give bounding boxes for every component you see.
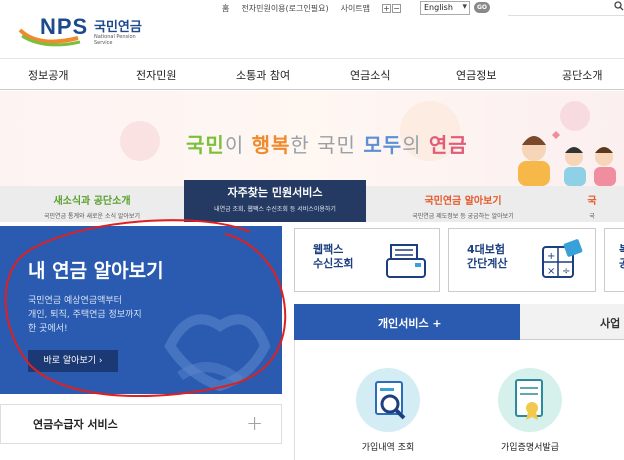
pension-recipient-accordion[interactable]: 연금수급자 서비스 + — [0, 404, 282, 444]
certificate-icon — [515, 379, 543, 420]
nav-item-news[interactable]: 연금소식 — [350, 67, 390, 83]
decor-blob — [120, 121, 160, 161]
nav-item-e-civil[interactable]: 전자민원 — [136, 67, 176, 83]
utility-links: 홈 전자민원이용(로그인필요) 사이트맵 + − — [222, 3, 413, 14]
tab-more[interactable]: 국 국 — [560, 186, 624, 222]
accordion-title: 연금수급자 서비스 — [33, 418, 118, 431]
more-quick-box[interactable]: 복 공 — [604, 228, 624, 292]
tab-business-services[interactable]: 사업 — [520, 304, 624, 340]
expand-plus-icon[interactable]: + — [246, 411, 263, 435]
language-go-button[interactable]: GO — [474, 2, 490, 13]
zoom-in-button[interactable]: + — [382, 4, 392, 13]
nav-item-disclosure[interactable]: 정보공개 — [28, 67, 68, 83]
main-nav: 정보공개 전자민원 소통과 참여 연금소식 연금정보 공단소개 — [0, 58, 624, 90]
nav-item-about[interactable]: 공단소개 — [562, 67, 602, 83]
hero-slogan: 국민이 행복한 국민 모두의 연금 — [186, 133, 468, 157]
membership-icon-circle — [356, 368, 420, 432]
tab-news[interactable]: 새소식과 공단소개 국민연금 통계와 새로운 소식 알아보기 — [0, 186, 184, 222]
logo-korean: 국민연금 — [94, 20, 142, 35]
e-civil-link[interactable]: 전자민원이용(로그인필요) — [241, 3, 328, 14]
family-illustration-icon — [518, 131, 616, 186]
language-select[interactable]: English — [420, 1, 470, 15]
nav-item-pension-info[interactable]: 연금정보 — [456, 67, 496, 83]
card-description: 국민연금 예상연금액부터 개인, 퇴직, 주택연금 정보까지 한 곳에서! — [28, 296, 142, 334]
document-search-icon — [375, 381, 406, 420]
membership-certificate-label: 가입증명서발급 — [501, 443, 559, 453]
membership-history-label: 가입내역 조회 — [361, 443, 415, 453]
home-link[interactable]: 홈 — [222, 3, 229, 14]
membership-history-service[interactable]: 가입내역 조회 — [353, 368, 423, 453]
insurance-calculator-box[interactable]: 4대보험 간단계산 + × ÷ — [448, 228, 596, 292]
logo-english: National Pension Service — [94, 34, 136, 46]
card-title: 내 연금 알아보기 — [28, 260, 164, 282]
sitemap-link[interactable]: 사이트맵 — [341, 3, 370, 14]
certificate-icon-circle — [498, 368, 562, 432]
webfax-inquiry-box[interactable]: 웹팩스 수신조회 — [294, 228, 440, 292]
fax-machine-icon — [386, 244, 426, 278]
search-input[interactable] — [508, 0, 624, 16]
site-header: NPS 국민연금 National Pension Service 홈 전자민원… — [0, 0, 624, 58]
zoom-controls: + − — [382, 4, 402, 13]
more-quick-label: 복 공 — [619, 243, 624, 271]
hero-banner: 국민이 행복한 국민 모두의 연금 — [0, 91, 624, 186]
hands-heart-icon — [164, 314, 271, 392]
insurance-calc-label: 4대보험 간단계산 — [467, 243, 508, 270]
svg-text:×: × — [547, 266, 555, 277]
svg-text:÷: ÷ — [562, 266, 570, 277]
search-icon[interactable] — [614, 1, 624, 14]
nav-item-communication[interactable]: 소통과 참여 — [236, 67, 290, 83]
zoom-out-button[interactable]: − — [392, 4, 402, 13]
logo-text: NPS — [40, 14, 89, 39]
nps-logo[interactable]: NPS 국민연금 National Pension Service — [18, 8, 148, 48]
tab-personal-services[interactable]: 개인서비스 + — [294, 304, 520, 340]
view-now-button[interactable]: 바로 알아보기 › — [28, 350, 118, 372]
tab-civil-services[interactable]: 자주찾는 민원서비스 내연금 조회, 웹팩스 수신조회 등 서비스이용하기 — [184, 180, 366, 222]
svg-text:+: + — [547, 251, 555, 262]
calculator-icon: + × ÷ — [542, 239, 583, 278]
section-tabs: 새소식과 공단소개 국민연금 통계와 새로운 소식 알아보기 자주찾는 민원서비… — [0, 180, 624, 222]
membership-certificate-service[interactable]: 가입증명서발급 — [485, 368, 575, 453]
decor-blob — [560, 101, 590, 131]
my-pension-card[interactable]: 내 연금 알아보기 국민연금 예상연금액부터 개인, 퇴직, 주택연금 정보까지… — [0, 226, 282, 394]
tab-pension-guide[interactable]: 국민연금 알아보기 국민연금 제도정보 등 궁금하는 알아보기 — [366, 186, 560, 222]
personal-services-panel: 가입내역 조회 가입증명서발급 — [294, 340, 624, 460]
webfax-label: 웹팩스 수신조회 — [313, 243, 354, 270]
